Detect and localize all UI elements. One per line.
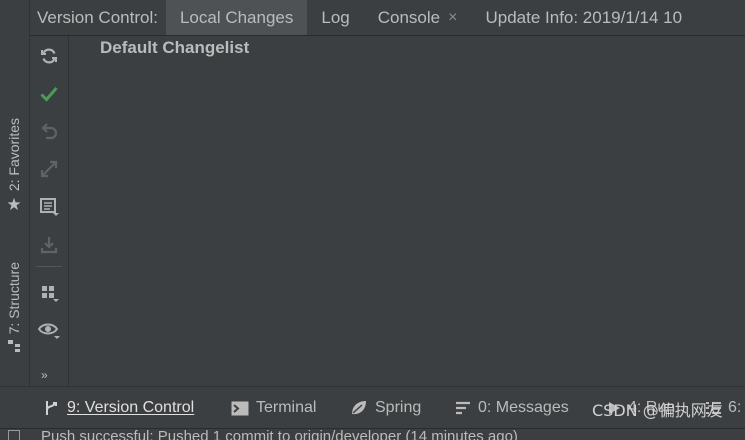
messages-label: 0: Messages: [478, 399, 569, 416]
group-by-button[interactable]: [35, 279, 63, 307]
changelist-node[interactable]: Default Changelist: [100, 38, 249, 58]
vcs-icon: [44, 400, 60, 416]
refresh-icon: [41, 48, 57, 64]
shelve-button[interactable]: [35, 231, 63, 259]
tab-update-info[interactable]: Update Info: 2019/1/14 10: [471, 0, 696, 35]
status-bar: Push successful: Pushed 1 commit to orig…: [0, 428, 745, 440]
rollback-icon: [41, 123, 58, 140]
show-options-button[interactable]: [35, 316, 63, 344]
favorites-label: 2: Favorites: [6, 118, 22, 192]
toolbar-separator: [36, 266, 62, 267]
tab-label: Console: [377, 7, 441, 27]
commit-icon: [40, 87, 58, 102]
commit-button[interactable]: [35, 80, 63, 108]
terminal-tool-button[interactable]: Terminal: [231, 387, 316, 429]
watermark-text: CSDN @偏执网友: [592, 401, 723, 420]
version-control-label: 9: Version Control: [67, 399, 195, 416]
spring-icon: [350, 400, 368, 416]
terminal-label: Terminal: [256, 399, 317, 416]
spring-label: Spring: [375, 399, 422, 416]
terminal-icon: [231, 401, 249, 416]
structure-stripe-button[interactable]: 7: Structure: [1, 262, 27, 358]
star-icon: ★: [6, 195, 22, 215]
favorites-stripe-button[interactable]: 2: Favorites ★: [1, 118, 27, 215]
local-changes-panel: Default Changelist: [69, 36, 745, 386]
tab-log[interactable]: Log: [307, 0, 363, 35]
vcs-toolbar: »: [30, 36, 69, 386]
tool-window-header: Version Control: Local Changes Log Conso…: [30, 0, 745, 36]
move-icon: [40, 160, 58, 178]
tab-console[interactable]: Console ×: [364, 0, 472, 35]
version-control-tool-button[interactable]: 9: Version Control: [44, 387, 194, 429]
structure-icon: [7, 338, 21, 358]
group-icon: [42, 286, 59, 302]
eye-icon: [38, 323, 60, 339]
more-icon[interactable]: »: [41, 368, 48, 382]
rollback-button[interactable]: [35, 117, 63, 145]
tab-label: Update Info: 2019/1/14 10: [485, 7, 683, 27]
messages-tool-button[interactable]: 0: Messages: [455, 387, 569, 429]
left-tool-stripe: 2: Favorites ★ 7: Structure: [0, 0, 30, 386]
tab-label: Log: [321, 7, 350, 27]
move-to-changelist-button[interactable]: [35, 155, 63, 183]
messages-icon: [455, 401, 471, 415]
shelve-icon: [40, 237, 58, 254]
tool-window-title: Version Control:: [37, 7, 158, 27]
changelist-icon: [40, 198, 59, 216]
spring-tool-button[interactable]: Spring: [350, 387, 421, 429]
tab-local-changes[interactable]: Local Changes: [165, 0, 308, 35]
close-icon[interactable]: ×: [448, 9, 457, 27]
status-message[interactable]: Push successful: Pushed 1 commit to orig…: [41, 429, 518, 440]
changelist-button[interactable]: [35, 193, 63, 221]
todo-label: 6:: [728, 399, 742, 416]
tab-label: Local Changes: [179, 7, 294, 27]
refresh-button[interactable]: [35, 42, 63, 70]
structure-label: 7: Structure: [6, 262, 22, 335]
